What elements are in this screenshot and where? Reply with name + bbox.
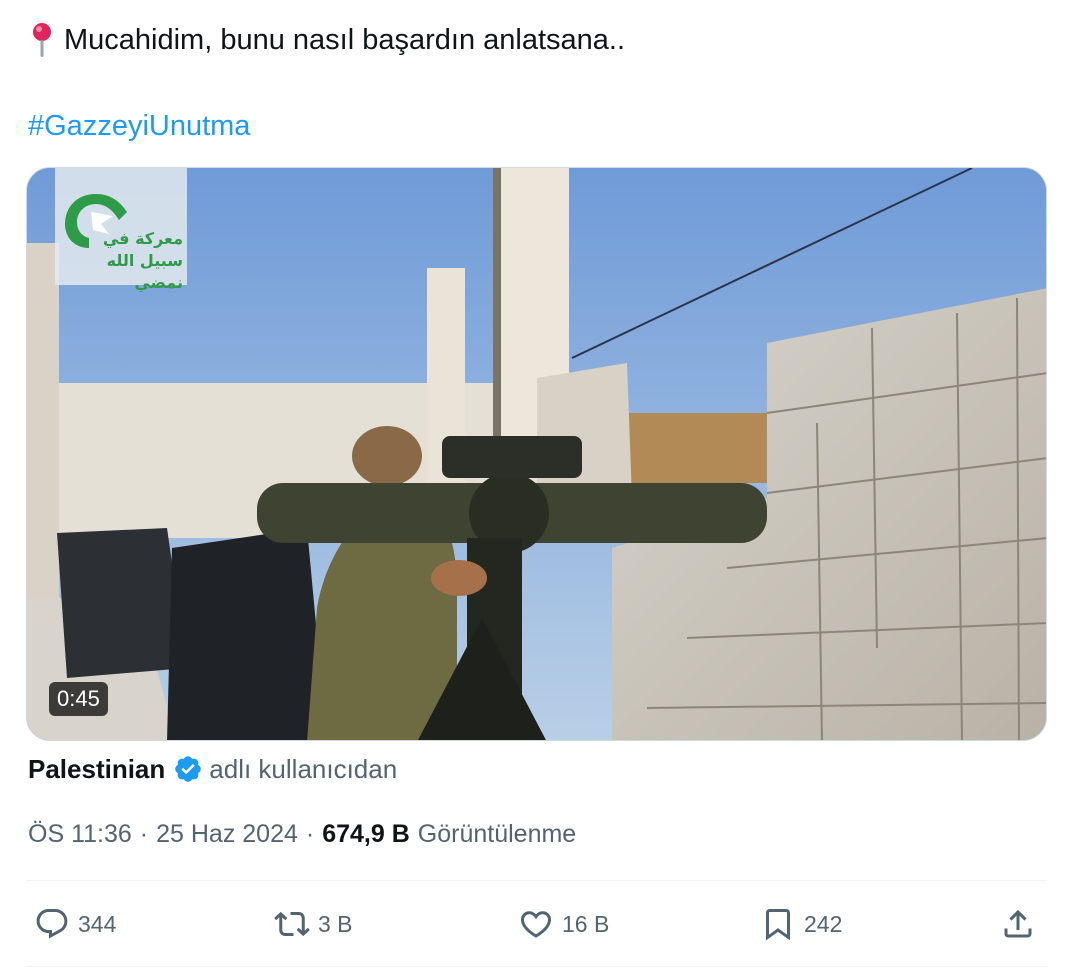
views-count: 674,9 B bbox=[322, 819, 410, 848]
like-count: 16 B bbox=[562, 910, 610, 937]
reply-icon bbox=[36, 909, 68, 939]
repost-count: 3 B bbox=[318, 910, 353, 937]
share-button[interactable] bbox=[1000, 904, 1044, 944]
hashtag-link[interactable]: #GazzeyiUnutma bbox=[28, 106, 250, 146]
repost-icon bbox=[274, 911, 310, 937]
repost-button[interactable]: 3 B bbox=[274, 904, 353, 944]
tweet-date[interactable]: 25 Haz 2024 bbox=[156, 820, 298, 849]
attribution-suffix: adlı kullanıcıdan bbox=[209, 753, 398, 784]
like-button[interactable]: 16 B bbox=[518, 904, 609, 944]
action-bar: 344 3 B 16 B 242 bbox=[26, 894, 1047, 954]
verified-badge-icon bbox=[175, 756, 202, 782]
tweet-time[interactable]: ÖS 11:36 bbox=[28, 820, 132, 849]
video-duration-badge: 0:45 bbox=[49, 682, 108, 716]
bookmark-icon bbox=[766, 909, 790, 941]
channel-watermark: معركة في سبيل الله نمضي bbox=[55, 168, 187, 292]
share-icon bbox=[1004, 909, 1032, 938]
heart-icon bbox=[520, 911, 552, 938]
tweet-text: Mucahidim, bunu nasıl başardın anlatsana… bbox=[28, 20, 625, 60]
bookmark-button[interactable]: 242 bbox=[760, 904, 842, 944]
tweet-metadata: ÖS 11:36 · 25 Haz 2024 · 674,9 B Görüntü… bbox=[28, 814, 576, 854]
reply-count: 344 bbox=[78, 910, 117, 937]
tweet-text-content: Mucahidim, bunu nasıl başardın anlatsana… bbox=[64, 24, 626, 56]
meta-separator: · bbox=[305, 819, 315, 848]
video-player[interactable]: معركة في سبيل الله نمضي 0:45 bbox=[26, 167, 1047, 741]
divider bbox=[26, 880, 1047, 881]
round-pushpin-emoji-icon bbox=[33, 23, 51, 57]
divider bbox=[26, 966, 1047, 967]
reply-button[interactable]: 344 bbox=[34, 904, 116, 944]
tweet: Mucahidim, bunu nasıl başardın anlatsana… bbox=[0, 0, 1070, 980]
source-account-link[interactable]: Palestinian bbox=[28, 754, 165, 785]
views-label: Görüntülenme bbox=[417, 819, 577, 848]
watermark-text: معركة في سبيل الله نمضي bbox=[102, 229, 183, 292]
meta-separator: · bbox=[139, 819, 149, 848]
bookmark-count: 242 bbox=[804, 910, 843, 937]
video-attribution: Palestinian adlı kullanıcıdan bbox=[28, 749, 397, 789]
